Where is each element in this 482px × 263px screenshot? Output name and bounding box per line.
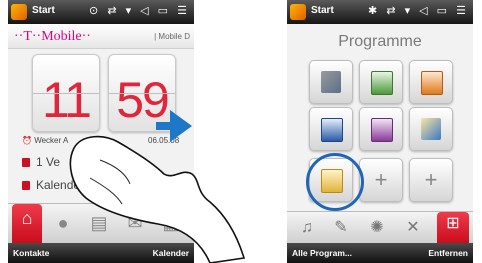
softkey-left[interactable]: Kontakte — [13, 248, 49, 258]
app-tools[interactable] — [309, 60, 353, 104]
status-icons: ⊙ ⇄ ▾ ◁ ▭ ☰ — [89, 5, 190, 17]
phone-icon — [22, 158, 30, 168]
app-explorer[interactable] — [409, 107, 453, 151]
info-row-1-label: 1 Ve — [36, 155, 61, 169]
tab-home[interactable]: ⌂ — [12, 204, 42, 244]
start-label[interactable]: Start — [311, 5, 334, 16]
tools-tab-icon: ✕ — [406, 219, 420, 236]
clock-minutes-flip[interactable]: 59 — [108, 54, 176, 132]
pen-icon: ✎ — [334, 219, 348, 236]
start-label[interactable]: Start — [32, 5, 55, 16]
tools-icon — [321, 71, 341, 93]
app-onenote[interactable] — [359, 107, 403, 151]
selection-highlight-circle — [306, 153, 364, 211]
carrier-logo: ··T··Mobile·· — [14, 29, 91, 44]
clock-hours-flip[interactable]: 11 — [32, 54, 100, 132]
add-icon: + — [424, 167, 438, 192]
tab-programs[interactable]: ⊞ — [437, 212, 469, 244]
onenote-icon — [371, 118, 393, 142]
explorer-icon — [421, 118, 441, 140]
softkey-right[interactable]: Entfernen — [428, 248, 468, 258]
app-powerpoint[interactable] — [409, 60, 453, 104]
right-phone-screen: Start ✱ ⇄ ▾ ◁ ▭ ☰ Programme + + ♫ ✎ ✺ ✕ … — [287, 0, 473, 263]
page-title: Programme — [338, 33, 422, 50]
home-icon: ⌂ — [21, 208, 33, 228]
powerpoint-icon — [421, 71, 443, 95]
status-bar: Start ✱ ⇄ ▾ ◁ ▭ ☰ — [287, 0, 473, 24]
add-program-slot[interactable]: + — [359, 158, 403, 202]
word-icon — [321, 118, 343, 142]
tab-music[interactable]: ♫ — [293, 216, 321, 240]
info-row-1[interactable]: 1 Ve — [22, 155, 60, 169]
clock-minutes: 59 — [116, 72, 170, 128]
app-word[interactable] — [309, 107, 353, 151]
add-program-slot[interactable]: + — [409, 158, 453, 202]
clock-hours: 11 — [42, 72, 92, 128]
tab-bar: ♫ ✎ ✺ ✕ ⊞ — [287, 211, 473, 244]
app-excel[interactable] — [359, 60, 403, 104]
excel-icon — [371, 71, 393, 95]
programs-icon: ⊞ — [446, 215, 460, 232]
windows-start-icon[interactable] — [11, 4, 27, 20]
carrier-right-text: | Mobile D — [154, 32, 190, 41]
hand-gesture-icon — [69, 135, 246, 263]
status-bar: Start ⊙ ⇄ ▾ ◁ ▭ ☰ — [8, 0, 194, 24]
tab-tools[interactable]: ✕ — [399, 216, 427, 240]
soft-key-bar: Alle Program... Entfernen — [287, 243, 473, 263]
carrier-bar: ··T··Mobile·· | Mobile D — [8, 24, 194, 49]
music-icon: ♫ — [301, 219, 313, 236]
alarm-icon: ⏰ — [22, 136, 32, 145]
calendar-icon — [22, 181, 30, 191]
status-icons: ✱ ⇄ ▾ ◁ ▭ ☰ — [368, 5, 469, 17]
settings-icon: ✺ — [370, 219, 384, 236]
windows-start-icon[interactable] — [290, 4, 306, 20]
add-icon: + — [374, 167, 388, 192]
tab-pen[interactable]: ✎ — [327, 216, 355, 240]
softkey-left[interactable]: Alle Program... — [292, 248, 352, 258]
tab-settings[interactable]: ✺ — [363, 216, 391, 240]
